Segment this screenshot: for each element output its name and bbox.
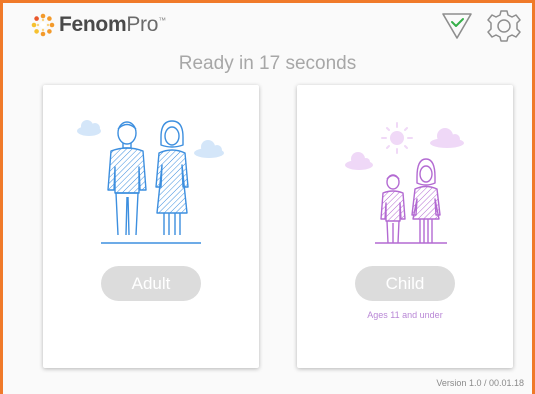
cloud-icon [77,120,101,136]
fenom-logo: FenomPro™ [31,13,166,37]
brand-name: FenomPro™ [59,13,166,36]
child-button[interactable]: Child [355,266,455,301]
settings-gear-icon[interactable] [487,9,521,43]
fenom-logo-icon [31,13,55,37]
header: FenomPro™ [3,3,532,47]
sun-icon [381,122,413,154]
child-card[interactable]: Child Ages 11 and under [297,85,513,368]
child-illustration [345,122,464,244]
cloud-icon [430,128,464,148]
ready-status-text: Ready in 17 seconds [178,53,357,74]
cloud-icon [345,152,373,170]
app-frame: FenomPro™ Ready in 17 seconds Adult Chil… [0,0,535,394]
child-age-note: Ages 11 and under [367,310,443,320]
cloud-icon [194,140,224,158]
version-label: Version 1.0 / 00.01.18 [436,378,524,388]
adult-button[interactable]: Adult [101,266,201,301]
adult-illustration [77,120,224,244]
adult-card[interactable]: Adult [43,85,259,368]
status-check-icon[interactable] [441,11,473,41]
